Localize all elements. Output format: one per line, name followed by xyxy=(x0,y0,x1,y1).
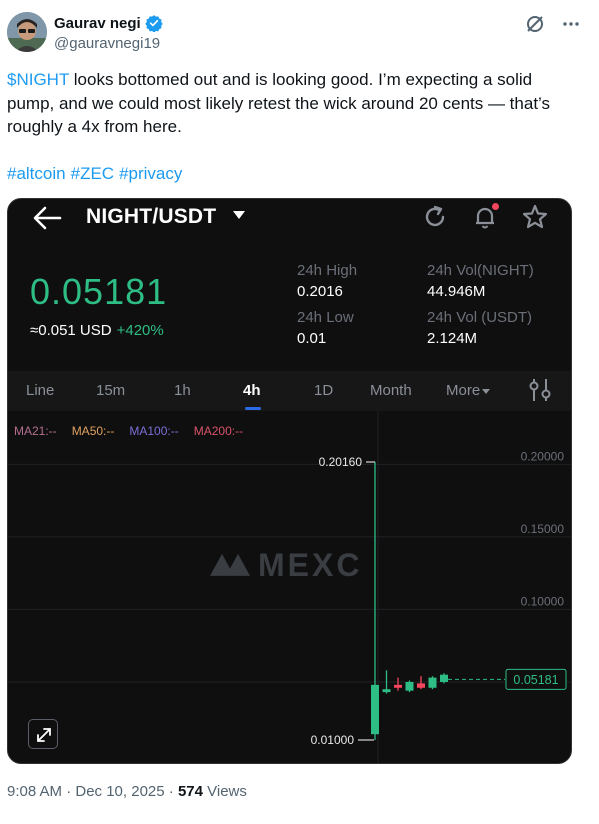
more-caret-icon xyxy=(482,388,491,394)
approx-usd: ≈0.051 USD xyxy=(30,322,112,339)
cashtag-link[interactable]: $NIGHT xyxy=(7,70,69,89)
vol-quote-label: 24h Vol (USDT) xyxy=(427,309,533,326)
low-label: 24h Low xyxy=(297,309,354,326)
candle-body xyxy=(405,681,414,691)
tab-1h[interactable]: 1h xyxy=(174,382,191,399)
ma-legend: MA21:-- MA50:-- MA100:-- MA200:-- xyxy=(14,424,243,438)
candle-body xyxy=(428,677,437,688)
ma50-label: MA50:-- xyxy=(71,424,115,438)
candle-body xyxy=(417,683,425,688)
avatar[interactable] xyxy=(7,12,47,52)
hashtag-link[interactable]: #privacy xyxy=(119,164,182,183)
fullscreen-button[interactable] xyxy=(28,719,58,749)
tab-more-label: More xyxy=(446,382,481,399)
low-value: 0.01 xyxy=(297,330,327,347)
mexc-logo-icon xyxy=(210,553,250,576)
more-options-icon[interactable] xyxy=(561,14,581,34)
last-price-tag: 0.05181 xyxy=(513,673,558,687)
high-marker-label: 0.20160 xyxy=(319,455,363,469)
vol-base-value: 44.946M xyxy=(427,283,486,300)
y-tick-label: 0.10000 xyxy=(521,594,565,608)
tab-4h[interactable]: 4h xyxy=(243,382,261,399)
timestamp[interactable]: 9:08 AM · Dec 10, 2025 · xyxy=(7,783,178,800)
ma200-label: MA200:-- xyxy=(193,424,244,438)
high-value: 0.2016 xyxy=(297,283,343,300)
notification-dot xyxy=(492,203,499,210)
low-marker-label: 0.01000 xyxy=(311,733,355,747)
tab-month[interactable]: Month xyxy=(370,382,412,399)
chart-topbar: NIGHT/USDT xyxy=(8,199,571,237)
ma100-label: MA100:-- xyxy=(129,424,179,438)
candle-body xyxy=(382,689,391,693)
tab-1d[interactable]: 1D xyxy=(314,382,333,399)
handle[interactable]: @gauravnegi19 xyxy=(54,35,160,52)
tweet-body: looks bottomed out and is looking good. … xyxy=(7,70,551,136)
indicator-settings-icon[interactable] xyxy=(528,377,552,403)
views-count: 574 xyxy=(177,783,203,800)
candle-body xyxy=(394,684,402,688)
y-tick-label: 0.15000 xyxy=(521,522,565,536)
tab-line[interactable]: Line xyxy=(26,382,54,399)
high-label: 24h High xyxy=(297,262,358,279)
grok-icon[interactable] xyxy=(525,14,545,34)
hashtag-link[interactable]: #ZEC xyxy=(71,164,114,183)
candlestick-chart[interactable]: MEXC 0.20000 0.15000 0.10000 0.20160 0.01000 0… xyxy=(8,411,572,764)
pair-dropdown-icon[interactable] xyxy=(233,210,245,220)
candle-body xyxy=(371,684,379,735)
usd-price: ≈0.051 USD +420% xyxy=(30,322,164,339)
hashtag-link[interactable]: #altcoin xyxy=(7,164,66,183)
trading-pair[interactable]: NIGHT/USDT xyxy=(86,205,216,229)
active-tab-indicator xyxy=(245,407,261,410)
mexc-watermark: MEXC xyxy=(258,547,362,583)
interval-tabs: Line 15m 1h 4h 1D Month More xyxy=(8,371,571,411)
attached-chart-image[interactable]: NIGHT/USDT 0.05181 ≈0.051 USD +420% 24h H… xyxy=(7,198,572,764)
refresh-icon[interactable] xyxy=(421,203,449,231)
tab-15m[interactable]: 15m xyxy=(96,382,125,399)
change-percent: +420% xyxy=(116,322,164,339)
back-arrow-icon[interactable] xyxy=(32,205,62,231)
tab-more[interactable]: More xyxy=(446,382,491,399)
tweet-header: Gaurav negi @gauravnegi19 xyxy=(0,0,599,60)
verified-badge-icon xyxy=(145,14,163,33)
candle-body xyxy=(440,674,448,682)
vol-base-label: 24h Vol(NIGHT) xyxy=(427,262,534,279)
favorite-star-icon[interactable] xyxy=(521,203,549,231)
tweet-text: $NIGHT looks bottomed out and is looking… xyxy=(7,68,582,139)
last-price: 0.05181 xyxy=(30,271,168,312)
display-name[interactable]: Gaurav negi xyxy=(54,15,141,32)
y-tick-label: 0.20000 xyxy=(521,449,565,463)
ma21-label: MA21:-- xyxy=(14,424,57,438)
tweet-meta: 9:08 AM · Dec 10, 2025 · 574 Views xyxy=(7,783,247,800)
hashtags: #altcoin #ZEC #privacy xyxy=(7,164,187,184)
vol-quote-value: 2.124M xyxy=(427,330,478,347)
views-label: Views xyxy=(202,783,247,800)
alert-bell-icon[interactable] xyxy=(471,203,499,231)
expand-icon xyxy=(37,728,51,742)
